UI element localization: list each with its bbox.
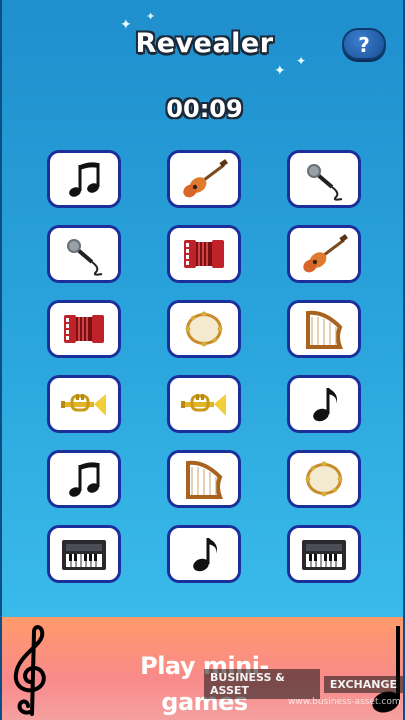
treble-clef-icon — [13, 625, 46, 716]
accordion-icon — [176, 232, 232, 276]
microphone-icon — [296, 157, 352, 201]
card-tile[interactable] — [167, 150, 241, 208]
watermark-url: www.business-asset.com — [288, 697, 401, 707]
tambourine-icon — [296, 457, 352, 501]
music-note-icon — [176, 532, 232, 576]
card-tile[interactable] — [167, 450, 241, 508]
card-tile[interactable] — [167, 300, 241, 358]
microphone-icon — [56, 232, 112, 276]
timer-display: 00:09 — [166, 95, 243, 123]
card-tile[interactable] — [47, 450, 121, 508]
trumpet-icon — [176, 382, 232, 426]
guitar-icon — [296, 232, 352, 276]
game-screen: ✦ ✦ ✦ ✦ Revealer ? 00:09 Play mini-games… — [0, 0, 405, 720]
card-tile[interactable] — [47, 300, 121, 358]
card-tile[interactable] — [287, 150, 361, 208]
watermark: BUSINESS & ASSET EXCHANGE — [204, 669, 403, 699]
trumpet-icon — [56, 382, 112, 426]
card-tile[interactable] — [167, 225, 241, 283]
music-notes-icon — [56, 457, 112, 501]
tambourine-icon — [176, 307, 232, 351]
harp-icon — [296, 307, 352, 351]
card-tile[interactable] — [47, 525, 121, 583]
sparkle-icon: ✦ — [274, 63, 286, 79]
music-note-icon — [296, 382, 352, 426]
card-tile[interactable] — [287, 525, 361, 583]
sparkle-icon: ✦ — [146, 10, 156, 23]
card-tile[interactable] — [287, 300, 361, 358]
card-tile[interactable] — [167, 525, 241, 583]
guitar-icon — [176, 157, 232, 201]
card-tile[interactable] — [47, 150, 121, 208]
card-tile[interactable] — [287, 375, 361, 433]
keyboard-icon — [296, 532, 352, 576]
card-tile[interactable] — [47, 375, 121, 433]
card-tile[interactable] — [47, 225, 121, 283]
watermark-brand-left: BUSINESS & ASSET — [204, 669, 320, 699]
harp-icon — [176, 457, 232, 501]
card-tile[interactable] — [287, 225, 361, 283]
keyboard-icon — [56, 532, 112, 576]
music-notes-icon — [56, 157, 112, 201]
accordion-icon — [56, 307, 112, 351]
card-tile[interactable] — [167, 375, 241, 433]
card-tile[interactable] — [287, 450, 361, 508]
watermark-brand-right: EXCHANGE — [323, 675, 403, 693]
help-button[interactable]: ? — [342, 28, 386, 60]
